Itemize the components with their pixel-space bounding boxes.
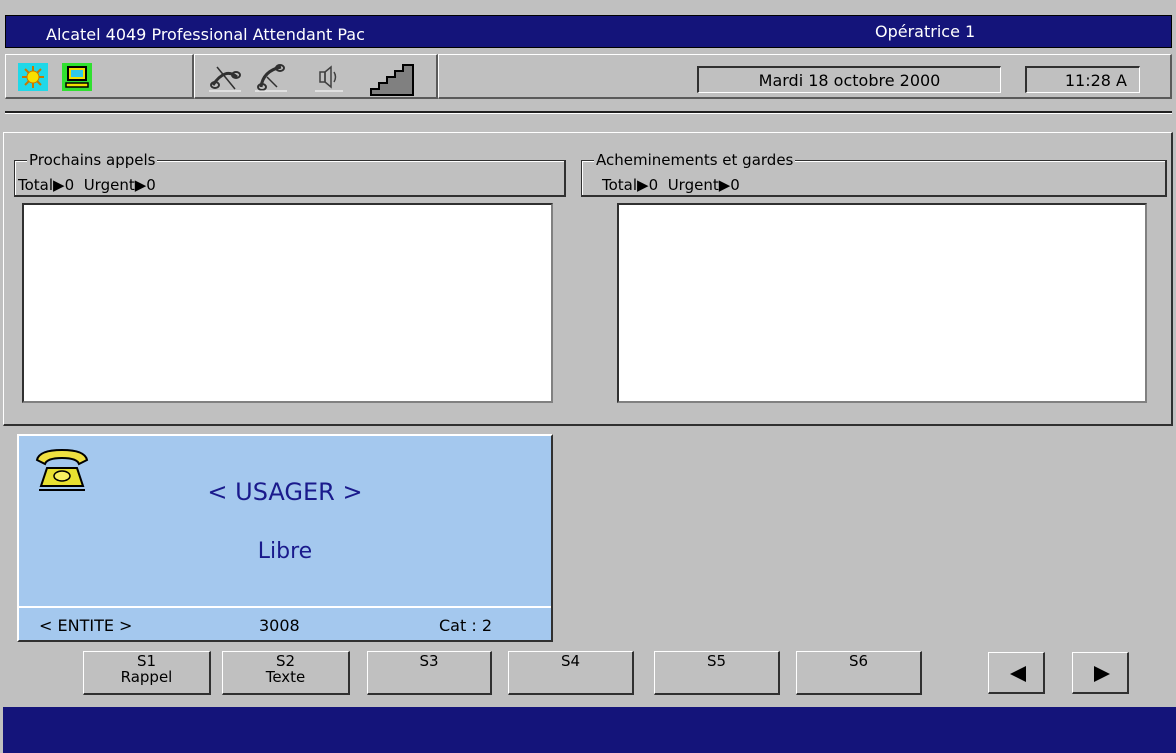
routing-group: Acheminements et gardes Total▶0 Urgent▶0 bbox=[581, 152, 1167, 197]
routing-title: Acheminements et gardes bbox=[594, 151, 796, 169]
call-queues-panel: Prochains appels Total▶0 Urgent▶0 Achemi… bbox=[3, 132, 1173, 426]
title-bar: Alcatel 4049 Professional Attendant Pac … bbox=[5, 15, 1172, 48]
volume-stairs-icon[interactable] bbox=[369, 59, 419, 97]
user-state: Libre bbox=[257, 539, 313, 564]
routing-urgent-value: 0 bbox=[730, 176, 740, 194]
date-text: Mardi 18 octobre 2000 bbox=[758, 71, 941, 90]
user-number: 3008 bbox=[259, 616, 300, 635]
app-title: Alcatel 4049 Professional Attendant Pac bbox=[46, 25, 365, 44]
next-calls-group: Prochains appels Total▶0 Urgent▶0 bbox=[14, 152, 566, 197]
time-display: 11:28 A bbox=[1025, 66, 1140, 93]
triangle-right-icon: ▶ bbox=[134, 176, 147, 194]
routing-total-value: 0 bbox=[648, 176, 659, 194]
softkey-s3[interactable]: S3 bbox=[367, 651, 492, 695]
next-calls-urgent-label: Urgent bbox=[83, 176, 135, 194]
softkey-s2-label: Texte bbox=[265, 668, 306, 686]
softkey-s5[interactable]: S5 bbox=[654, 651, 780, 695]
next-calls-list[interactable] bbox=[22, 203, 553, 403]
time-text: 11:28 A bbox=[1064, 71, 1127, 90]
operator-label: Opératrice 1 bbox=[875, 22, 976, 41]
triangle-right-icon: ▶ bbox=[637, 176, 649, 194]
handset-icon[interactable] bbox=[255, 63, 287, 93]
softkey-s1[interactable]: S1 Rappel bbox=[83, 651, 211, 695]
date-display: Mardi 18 octobre 2000 bbox=[697, 66, 1001, 93]
next-calls-total-value: 0 bbox=[64, 176, 75, 194]
softkey-s2[interactable]: S2 Texte bbox=[222, 651, 350, 695]
next-page-button[interactable] bbox=[1072, 652, 1129, 694]
softkey-s4[interactable]: S4 bbox=[508, 651, 634, 695]
arrow-left-icon bbox=[1010, 666, 1026, 682]
previous-page-button[interactable] bbox=[988, 652, 1045, 694]
softkey-s1-label: Rappel bbox=[120, 668, 173, 686]
next-calls-stats: Total▶0 Urgent▶0 bbox=[18, 176, 156, 194]
routing-total-label: Total bbox=[602, 176, 638, 194]
softkey-s5-key: S5 bbox=[706, 652, 727, 670]
routing-stats: Total▶0 Urgent▶0 bbox=[602, 176, 740, 194]
softkey-s6[interactable]: S6 bbox=[796, 651, 922, 695]
softkey-s3-key: S3 bbox=[419, 652, 439, 670]
toolbar-status-panel bbox=[5, 54, 194, 99]
triangle-right-icon: ▶ bbox=[53, 176, 65, 194]
next-calls-title: Prochains appels bbox=[27, 151, 158, 169]
triangle-right-icon: ▶ bbox=[718, 176, 731, 194]
user-display-panel[interactable]: < USAGER > Libre < ENTITE > 3008 Cat : 2 bbox=[17, 434, 553, 642]
speaker-icon[interactable] bbox=[315, 63, 345, 93]
softkey-s1-key: S1 bbox=[136, 652, 157, 670]
separator-highlight bbox=[5, 113, 1172, 114]
status-bar bbox=[3, 707, 1176, 753]
softkey-s2-key: S2 bbox=[275, 652, 296, 670]
softkey-s4-key: S4 bbox=[560, 652, 581, 670]
toolbar-info-panel: Mardi 18 octobre 2000 11:28 A bbox=[438, 54, 1172, 99]
routing-list[interactable] bbox=[617, 203, 1147, 403]
next-calls-total-label: Total bbox=[18, 176, 54, 194]
user-category: Cat : 2 bbox=[439, 616, 492, 635]
user-entity: < ENTITE > bbox=[39, 616, 133, 635]
next-calls-urgent-value: 0 bbox=[146, 176, 156, 194]
sun-icon[interactable] bbox=[18, 63, 48, 93]
monitor-icon[interactable] bbox=[62, 63, 92, 93]
softkey-s6-key: S6 bbox=[848, 652, 869, 670]
routing-urgent-label: Urgent bbox=[667, 176, 719, 194]
user-panel-separator bbox=[19, 606, 551, 608]
arrow-right-icon bbox=[1094, 666, 1110, 682]
user-name: < USAGER > bbox=[207, 478, 363, 506]
toolbar-phone-panel bbox=[194, 54, 438, 99]
handset-crossed-icon[interactable] bbox=[209, 63, 241, 93]
